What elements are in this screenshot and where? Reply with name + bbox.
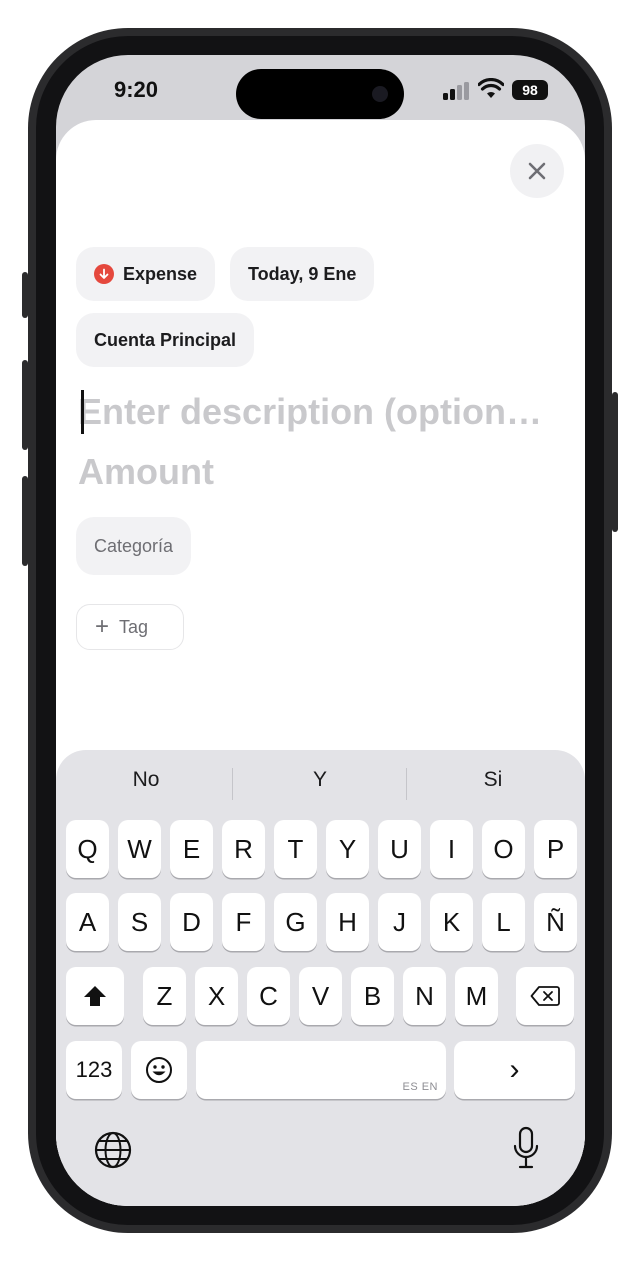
key-t[interactable]: T xyxy=(274,820,317,878)
volume-down-button xyxy=(22,476,28,566)
status-time: 9:20 xyxy=(114,77,159,102)
key-e[interactable]: E xyxy=(170,820,213,878)
key-h[interactable]: H xyxy=(326,893,369,951)
shift-icon xyxy=(84,986,106,1006)
volume-up-button xyxy=(22,360,28,450)
key-b[interactable]: B xyxy=(351,967,394,1025)
arrow-down-icon xyxy=(94,264,114,284)
date-chip[interactable]: Today, 9 Ene xyxy=(230,247,375,301)
cellular-signal-icon xyxy=(443,82,469,100)
plus-icon: + xyxy=(95,613,110,640)
transaction-type-chip[interactable]: Expense xyxy=(76,247,216,301)
amount-input[interactable]: Amount xyxy=(78,446,378,498)
suggestion-bar: No Y Si xyxy=(56,750,585,816)
space-key[interactable]: ES EN xyxy=(196,1041,446,1099)
date-label: Today, 9 Ene xyxy=(248,263,357,284)
suggestion-item[interactable]: Y xyxy=(260,768,380,792)
key-f[interactable]: F xyxy=(222,893,265,951)
text-cursor xyxy=(81,390,84,434)
emoji-key[interactable] xyxy=(131,1041,187,1099)
suggestion-divider xyxy=(406,768,407,800)
dynamic-island xyxy=(236,69,404,119)
close-icon xyxy=(528,162,546,180)
key-u[interactable]: U xyxy=(378,820,421,878)
key-o[interactable]: O xyxy=(482,820,525,878)
category-label: Categoría xyxy=(94,535,174,556)
battery-indicator: 98 xyxy=(512,80,548,100)
suggestion-divider xyxy=(232,768,233,800)
key-j[interactable]: J xyxy=(378,893,421,951)
key-g[interactable]: G xyxy=(274,893,317,951)
screen: 9:20 98 Expense Today, 9 Ene Cuenta Prin… xyxy=(56,55,585,1206)
key-w[interactable]: W xyxy=(118,820,161,878)
key-q[interactable]: Q xyxy=(66,820,109,878)
language-hint: ES EN xyxy=(402,1081,438,1093)
key-c[interactable]: C xyxy=(247,967,290,1025)
category-chip[interactable]: Categoría xyxy=(76,517,192,575)
return-key[interactable]: › xyxy=(454,1041,575,1099)
key-k[interactable]: K xyxy=(430,893,473,951)
key-ñ[interactable]: Ñ xyxy=(534,893,577,951)
emoji-icon xyxy=(146,1057,172,1083)
tag-label: Tag xyxy=(119,616,149,637)
delete-key[interactable] xyxy=(516,967,574,1025)
wifi-icon xyxy=(478,78,504,98)
suggestion-item[interactable]: No xyxy=(86,768,206,792)
key-p[interactable]: P xyxy=(534,820,577,878)
key-z[interactable]: Z xyxy=(143,967,186,1025)
key-m[interactable]: M xyxy=(455,967,498,1025)
account-chip[interactable]: Cuenta Principal xyxy=(76,313,255,367)
camera-icon xyxy=(372,86,388,102)
key-l[interactable]: L xyxy=(482,893,525,951)
key-d[interactable]: D xyxy=(170,893,213,951)
action-button xyxy=(22,272,28,318)
globe-icon[interactable] xyxy=(93,1130,133,1170)
account-label: Cuenta Principal xyxy=(94,329,237,350)
key-n[interactable]: N xyxy=(403,967,446,1025)
transaction-type-label: Expense xyxy=(123,263,198,284)
key-s[interactable]: S xyxy=(118,893,161,951)
power-button xyxy=(612,392,618,532)
key-y[interactable]: Y xyxy=(326,820,369,878)
numbers-key[interactable]: 123 xyxy=(66,1041,122,1099)
key-a[interactable]: A xyxy=(66,893,109,951)
microphone-icon[interactable] xyxy=(512,1126,540,1170)
add-tag-button[interactable]: + Tag xyxy=(76,604,184,650)
description-input[interactable]: Enter description (option… xyxy=(78,386,556,438)
close-button[interactable] xyxy=(510,144,564,198)
key-x[interactable]: X xyxy=(195,967,238,1025)
keyboard: No Y Si QWERTYUIOP ASDFGHJKLÑ ZXCVBNM 12… xyxy=(56,750,585,1206)
shift-key[interactable] xyxy=(66,967,124,1025)
backspace-icon xyxy=(530,986,560,1006)
key-r[interactable]: R xyxy=(222,820,265,878)
suggestion-item[interactable]: Si xyxy=(433,768,553,792)
key-v[interactable]: V xyxy=(299,967,342,1025)
key-i[interactable]: I xyxy=(430,820,473,878)
